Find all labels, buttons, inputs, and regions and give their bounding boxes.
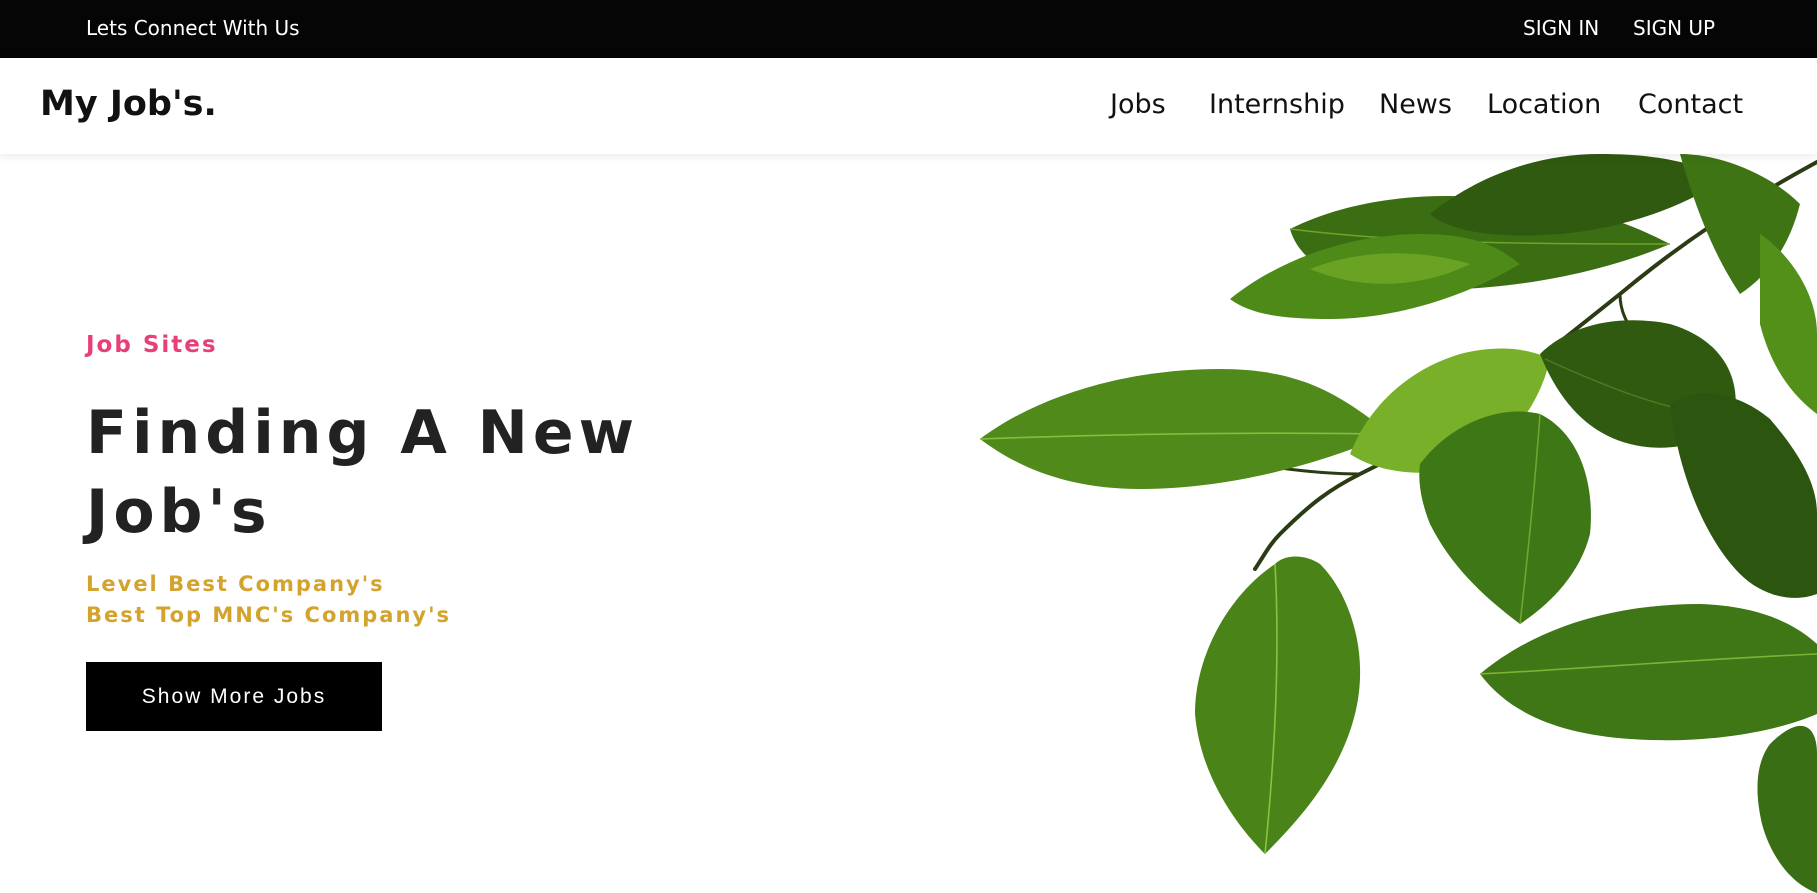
sign-in-link[interactable]: SIGN IN bbox=[1523, 16, 1599, 40]
main-navbar: My Job's. Jobs Internship News Location … bbox=[0, 58, 1817, 154]
hero-subtitle-line2: Best Top MNC's Company's bbox=[86, 603, 452, 627]
hero-section: Job Sites Finding A New Job's Level Best… bbox=[0, 154, 1817, 893]
hero-headline-line1: Finding A New bbox=[86, 398, 639, 468]
nav-item-internship[interactable]: Internship bbox=[1209, 89, 1345, 120]
show-more-jobs-button[interactable]: Show More Jobs bbox=[86, 662, 382, 731]
nav-item-news[interactable]: News bbox=[1379, 89, 1452, 120]
hero-eyebrow: Job Sites bbox=[86, 332, 218, 358]
connect-text: Lets Connect With Us bbox=[86, 16, 300, 40]
top-bar: Lets Connect With Us SIGN IN SIGN UP bbox=[0, 0, 1817, 58]
nav-item-location[interactable]: Location bbox=[1487, 89, 1601, 120]
hero-subtitle-line1: Level Best Company's bbox=[86, 572, 385, 596]
hero-headline: Finding A New Job's bbox=[86, 394, 806, 552]
sign-up-link[interactable]: SIGN UP bbox=[1633, 16, 1715, 40]
hero-headline-line2: Job's bbox=[86, 477, 272, 547]
nav-item-contact[interactable]: Contact bbox=[1638, 89, 1743, 120]
nav-item-jobs[interactable]: Jobs bbox=[1110, 89, 1166, 120]
green-leaves-icon bbox=[980, 154, 1817, 893]
site-logo[interactable]: My Job's. bbox=[40, 84, 217, 124]
